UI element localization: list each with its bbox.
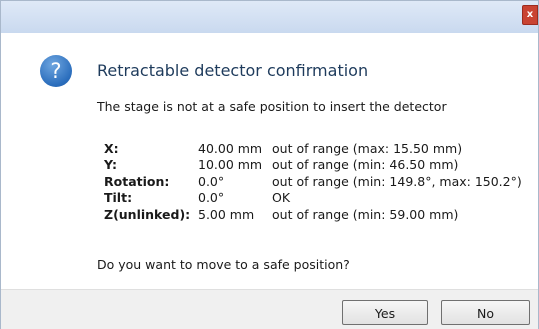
title-bar[interactable]: x: [1, 1, 538, 33]
detail-status: OK: [272, 190, 291, 206]
detail-status: out of range (max: 15.50 mm): [272, 140, 463, 156]
yes-button[interactable]: Yes: [342, 300, 428, 325]
detail-label: X:: [104, 140, 119, 156]
button-bar: Yes No: [1, 289, 538, 329]
close-button[interactable]: x: [522, 5, 538, 25]
detail-row-rotation: Rotation: 0.0° out of range (min: 149.8°…: [104, 173, 522, 190]
detail-row-z: Z(unlinked): 5.00 mm out of range (min: …: [104, 206, 522, 223]
dialog-message: The stage is not at a safe position to i…: [97, 99, 447, 114]
detail-row-x: X: 40.00 mm out of range (max: 15.50 mm): [104, 140, 522, 157]
detail-status: out of range (min: 46.50 mm): [272, 157, 459, 173]
detail-label: Z(unlinked):: [104, 206, 191, 222]
detail-label: Tilt:: [104, 190, 133, 206]
detail-value: 0.0°: [198, 173, 225, 189]
detail-status: out of range (min: 149.8°, max: 150.2°): [272, 173, 522, 189]
dialog-window: x ? Retractable detector confirmation Th…: [0, 0, 539, 329]
detail-status: out of range (min: 59.00 mm): [272, 206, 459, 222]
dialog-question: Do you want to move to a safe position?: [97, 257, 350, 272]
detail-label: Y:: [104, 157, 117, 173]
position-details-table: X: 40.00 mm out of range (max: 15.50 mm)…: [104, 140, 522, 223]
dialog-heading: Retractable detector confirmation: [97, 61, 369, 80]
detail-value: 5.00 mm: [198, 206, 255, 222]
no-button[interactable]: No: [441, 300, 530, 325]
detail-row-y: Y: 10.00 mm out of range (min: 46.50 mm): [104, 157, 522, 174]
detail-label: Rotation:: [104, 173, 170, 189]
detail-value: 0.0°: [198, 190, 225, 206]
detail-value: 40.00 mm: [198, 140, 263, 156]
detail-row-tilt: Tilt: 0.0° OK: [104, 190, 522, 207]
question-icon: ?: [40, 55, 72, 87]
detail-value: 10.00 mm: [198, 157, 263, 173]
